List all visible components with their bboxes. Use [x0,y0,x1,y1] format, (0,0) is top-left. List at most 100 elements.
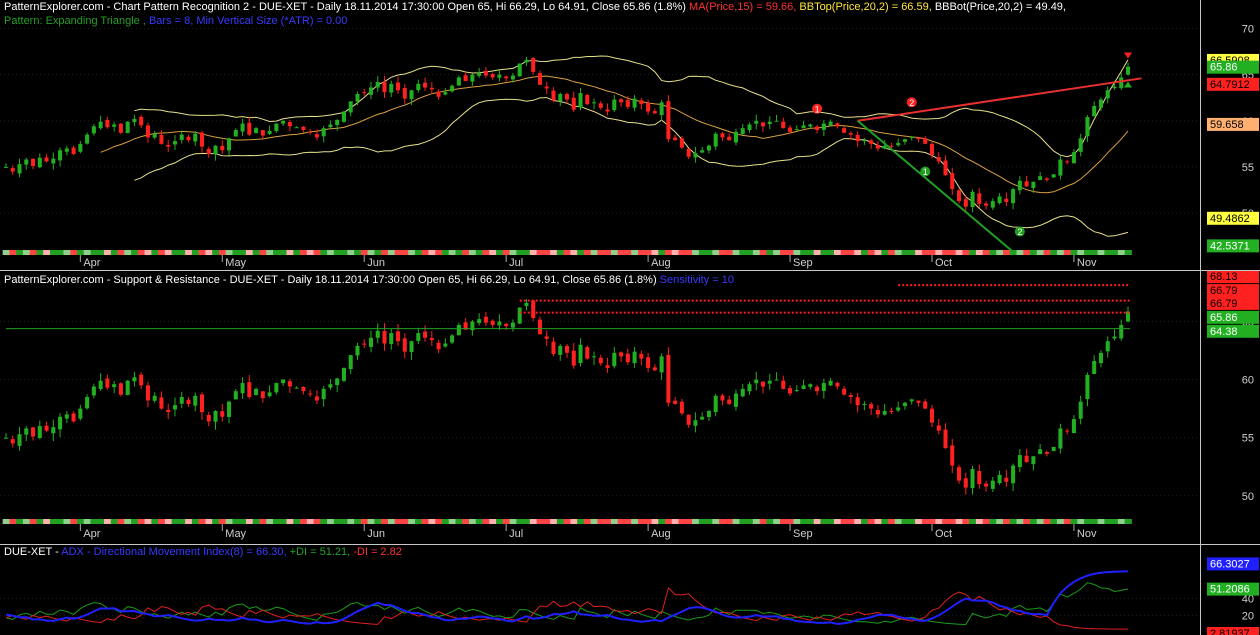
trend-strip-segment [502,250,511,255]
candle-body [916,137,921,140]
candle-body [1065,161,1070,163]
candle-body [1092,106,1097,117]
trend-strip-segment [97,250,105,255]
trend-strip-segment [894,250,903,255]
trend-strip-segment [273,250,281,255]
trend-strip-segment [1002,519,1011,524]
trend-strip-segment [49,250,58,255]
trend-strip-segment [550,250,558,255]
candle-body [943,160,948,176]
candle-body [450,85,455,92]
support-resistance-pane[interactable]: 65605550AprMayJunJulAugSepOctNov68.1366.… [0,271,1260,544]
trend-strip-segment [759,250,767,255]
trend-strip-segment [1050,519,1058,524]
candle-body [281,379,286,384]
candle-body [44,425,49,431]
candle-body [767,380,772,384]
trend-strip-segment [347,250,355,255]
trend-strip-segment [502,519,511,524]
trend-strip-segment [49,519,58,524]
candle-body [10,439,15,444]
candle-body [558,345,563,355]
candle-body [788,388,793,394]
candle-body [335,378,340,386]
trend-strip-segment [124,519,132,524]
trend-strip-segment [1009,519,1017,524]
buy-arrow-icon [1124,81,1132,88]
trend-strip-segment [191,519,200,524]
trend-strip-segment [489,519,497,524]
month-label: Apr [83,528,100,540]
candle-body [510,75,515,80]
candle-body [848,133,853,135]
candle-body [936,425,941,431]
candle-body [233,391,238,400]
trend-strip-segment [137,519,146,524]
candle-body [477,72,482,76]
trend-strip-segment [658,519,666,524]
candle-body [1058,428,1063,449]
candle-body [848,395,853,397]
trend-strip-segment [76,250,85,255]
trend-strip-segment [232,519,240,524]
trend-strip-segment [604,250,612,255]
candle-body [193,133,198,142]
trend-strip-segment [313,519,321,524]
candle-body [71,147,76,154]
candle-body [193,395,198,406]
adx-pane[interactable]: 40 20 66.3027 51.2086 2.81937 DUE-XET - ADX … [0,545,1260,635]
trend-strip-segment [516,519,524,524]
trend-strip-segment [1104,519,1112,524]
candle-body [402,338,407,352]
candle-body [64,414,69,419]
candle-body [31,158,36,166]
trend-strip-segment [9,519,17,524]
candle-body [24,428,29,435]
candle-body [456,324,461,336]
pattern-pane[interactable]: 70656055501212AprMayJunJulAugSepOctNov66… [0,0,1260,270]
candle-body [254,128,259,134]
candle-body [477,319,482,324]
trend-strip-segment [1111,250,1119,255]
candle-body [416,333,421,341]
candle-body [686,414,691,425]
trend-strip-segment [9,250,17,255]
candle-body [666,101,671,140]
sell-arrow-icon [1124,52,1132,59]
trend-strip-segment [888,519,896,524]
candle-body [943,429,948,449]
trend-strip-segment [861,519,869,524]
candle-body [152,133,157,138]
candle-body [1044,178,1049,180]
trend-strip-segment [191,250,200,255]
trend-strip-segment [441,519,450,524]
candle-body [544,86,549,89]
trend-strip-segment [360,519,369,524]
candle-body [896,142,901,146]
candle-body [571,97,576,110]
y-tick-label: 55 [1242,433,1254,445]
pattern-support-line [856,120,1014,253]
trend-strip-segment [597,519,605,524]
trend-strip-segment [387,519,396,524]
trend-strip-segment [90,519,98,524]
trend-strip-segment [29,519,37,524]
trend-strip-segment [455,250,463,255]
candle-body [679,401,684,414]
trend-strip-segment [813,250,821,255]
candle-body [24,159,29,165]
trend-strip-segment [610,250,619,255]
candle-body [1017,180,1022,191]
candle-body [808,124,813,127]
candle-body [923,401,928,409]
candle-body [227,138,232,151]
candle-body [842,128,847,133]
trend-strip-segment [577,519,585,524]
candle-body [220,145,225,151]
candle-body [3,166,9,168]
candle-body [321,128,326,137]
candle-body [652,111,657,114]
trend-strip-segment [867,519,876,524]
candle-body [957,467,962,481]
price-tag-label: 64.7912 [1210,79,1250,91]
